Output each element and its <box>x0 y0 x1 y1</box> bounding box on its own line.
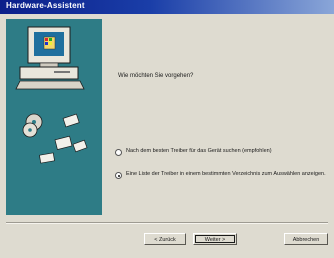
option-show-driver-list[interactable]: Eine Liste der Treiber in einem bestimmt… <box>115 171 326 179</box>
window-title: Hardware-Assistent <box>6 1 85 10</box>
radio-button-selected[interactable] <box>115 172 122 179</box>
back-button[interactable]: < Zurück <box>144 233 186 245</box>
separator <box>6 222 328 224</box>
option-label: Nach dem besten Treiber für das Gerät su… <box>126 148 272 154</box>
option-label: Eine Liste der Treiber in einem bestimmt… <box>126 171 326 177</box>
question-text: Wie möchten Sie vorgehen? <box>118 73 194 79</box>
option-search-best-driver[interactable]: Nach dem besten Treiber für das Gerät su… <box>115 148 326 156</box>
hardware-wizard-window: Hardware-Assistent Wie möchten Sie vorge… <box>0 0 334 258</box>
cd-disc-icon <box>22 113 88 164</box>
title-bar[interactable]: Hardware-Assistent <box>0 0 334 14</box>
radio-button[interactable] <box>115 149 122 156</box>
cancel-button[interactable]: Abbrechen <box>284 233 328 245</box>
next-button[interactable]: Weiter > <box>193 233 237 245</box>
